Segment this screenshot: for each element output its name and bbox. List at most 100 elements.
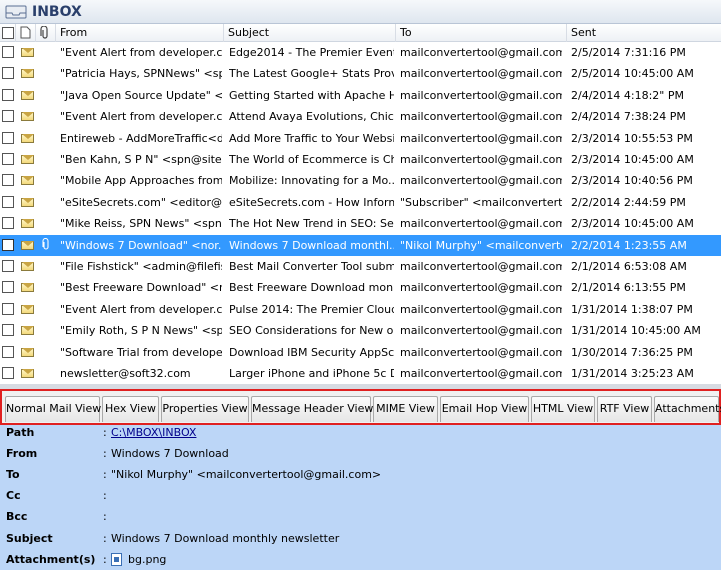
- email-from: "Patricia Hays, SPNNews" <spn...: [60, 67, 222, 81]
- email-to: mailconvertertool@gmail.com: [400, 324, 562, 338]
- email-row[interactable]: "Software Trial from developer... Downloa…: [0, 342, 721, 363]
- email-subject: Windows 7 Download monthl...: [229, 238, 394, 252]
- column-header-sent[interactable]: Sent: [567, 24, 721, 42]
- row-checkbox[interactable]: [2, 67, 14, 80]
- email-row[interactable]: "File Fishstick" <admin@filefis... Best M…: [0, 256, 721, 277]
- email-to: "Nikol Murphy" <mailconverter...: [400, 238, 562, 252]
- column-header-subject[interactable]: Subject: [224, 24, 396, 42]
- email-subject: Getting Started with Apache H...: [229, 88, 394, 102]
- envelope-icon: [21, 240, 34, 250]
- email-row[interactable]: "Ben Kahn, S P N" <spn@sitep... The World…: [0, 149, 721, 170]
- row-checkbox[interactable]: [2, 324, 14, 337]
- row-checkbox[interactable]: [2, 46, 14, 58]
- tab-message-header-view[interactable]: Message Header View: [251, 396, 373, 422]
- email-row[interactable]: "Best Freeware Download" <n... Best Freew…: [0, 277, 721, 298]
- email-from: "Ben Kahn, S P N" <spn@sitep...: [60, 153, 222, 166]
- row-checkbox[interactable]: [2, 174, 14, 187]
- tab-html-view[interactable]: HTML View: [531, 396, 595, 422]
- email-to: "Subscriber" <mailconvertertoo...: [400, 195, 562, 209]
- email-row[interactable]: "Event Alert from developer.co... Pulse 2…: [0, 299, 721, 320]
- tab-attachments[interactable]: Attachments: [654, 396, 721, 422]
- email-sent: 2/3/2014 10:55:53 PM: [571, 131, 693, 145]
- envelope-icon: [21, 283, 34, 293]
- envelope-icon: [21, 304, 34, 314]
- column-header-to[interactable]: To: [396, 24, 567, 42]
- attachment-link[interactable]: bg.png: [128, 549, 166, 570]
- email-to: mailconvertertool@gmail.com: [400, 302, 562, 316]
- detail-row-from: From : Windows 7 Download: [0, 443, 721, 464]
- email-sent: 1/31/2014 10:45:00 AM: [571, 324, 701, 338]
- email-sent: 2/4/2014 7:38:24 PM: [571, 110, 686, 124]
- envelope-icon: [21, 133, 34, 143]
- email-to: mailconvertertool@gmail.com: [400, 367, 562, 380]
- subject-label: Subject: [6, 532, 53, 545]
- email-sent: 1/31/2014 1:38:07 PM: [571, 302, 693, 316]
- row-checkbox[interactable]: [2, 281, 14, 294]
- envelope-icon: [21, 262, 34, 271]
- row-checkbox[interactable]: [2, 195, 14, 208]
- email-to: mailconvertertool@gmail.com: [400, 153, 562, 166]
- message-details-panel: Path : C:\MBOX\INBOX From : Windows 7 Do…: [0, 425, 721, 570]
- subject-value: Windows 7 Download monthly newsletter: [111, 532, 340, 545]
- email-from: "Mike Reiss, SPN News" <spn...: [60, 217, 222, 231]
- to-value: "Nikol Murphy" <mailconvertertool@gmail.…: [111, 468, 382, 481]
- detail-row-bcc: Bcc :: [0, 506, 721, 527]
- image-file-icon: [111, 553, 122, 566]
- envelope-icon: [21, 69, 34, 79]
- email-to: mailconvertertool@gmail.com: [400, 46, 562, 59]
- email-row[interactable]: "Event Alert from developer.co... Attend …: [0, 106, 721, 127]
- email-from: "Event Alert from developer.co...: [60, 46, 222, 59]
- envelope-icon: [21, 155, 34, 164]
- email-subject: Edge2014 - The Premier Event f...: [229, 46, 394, 59]
- row-checkbox[interactable]: [2, 88, 14, 101]
- email-to: mailconvertertool@gmail.com: [400, 174, 562, 188]
- email-from: "Windows 7 Download" <nor...: [60, 238, 222, 252]
- tab-normal-mail-view[interactable]: Normal Mail View: [5, 396, 101, 422]
- email-row[interactable]: "Event Alert from developer.co... Edge201…: [0, 42, 721, 63]
- tab-email-hop-view[interactable]: Email Hop View: [440, 396, 529, 422]
- email-row[interactable]: newsletter@soft32.com Larger iPhone and i…: [0, 363, 721, 384]
- tab-hex-view[interactable]: Hex View: [102, 396, 159, 422]
- bcc-colon: :: [103, 510, 107, 523]
- email-sent: 2/3/2014 10:45:00 AM: [571, 217, 694, 231]
- row-checkbox[interactable]: [2, 302, 14, 315]
- row-checkbox[interactable]: [2, 217, 14, 230]
- row-checkbox[interactable]: [2, 260, 14, 272]
- row-checkbox[interactable]: [2, 345, 14, 358]
- row-checkbox[interactable]: [2, 367, 14, 379]
- row-checkbox[interactable]: [2, 131, 14, 144]
- email-row[interactable]: Entireweb - AddMoreTraffic<d... Add More …: [0, 128, 721, 149]
- envelope-icon: [21, 112, 34, 122]
- row-checkbox[interactable]: [2, 153, 14, 165]
- email-row[interactable]: "Mike Reiss, SPN News" <spn... The Hot Ne…: [0, 213, 721, 234]
- email-row[interactable]: "Mobile App Approaches from... Mobilize: …: [0, 170, 721, 191]
- row-checkbox[interactable]: [2, 110, 14, 123]
- email-subject: The World of Ecommerce is Ch...: [229, 153, 394, 166]
- email-from: "Best Freeware Download" <n...: [60, 281, 222, 295]
- envelope-icon: [21, 347, 34, 357]
- email-row[interactable]: "Windows 7 Download" <nor... Windows 7 Do…: [0, 234, 721, 256]
- tab-properties-view[interactable]: Properties View: [161, 396, 249, 422]
- email-to: mailconvertertool@gmail.com: [400, 110, 562, 124]
- email-from: "File Fishstick" <admin@filefis...: [60, 260, 222, 273]
- row-checkbox[interactable]: [2, 238, 14, 251]
- email-from: Entireweb - AddMoreTraffic<d...: [60, 131, 222, 145]
- attachment-column-icon[interactable]: [36, 24, 56, 42]
- tab-rtf-view[interactable]: RTF View: [597, 396, 652, 422]
- path-link[interactable]: C:\MBOX\INBOX: [111, 422, 196, 443]
- detail-row-attachments: Attachment(s) : bg.png: [0, 549, 721, 570]
- column-header-from[interactable]: From: [56, 24, 224, 42]
- email-row[interactable]: "Java Open Source Update" <... Getting St…: [0, 85, 721, 106]
- email-subject: Larger iPhone and iPhone 5c D...: [229, 367, 394, 380]
- email-from: newsletter@soft32.com: [60, 367, 191, 380]
- envelope-icon: [21, 197, 34, 207]
- detail-row-cc: Cc :: [0, 485, 721, 506]
- email-row[interactable]: "Patricia Hays, SPNNews" <spn... The Late…: [0, 63, 721, 84]
- email-sent: 1/30/2014 7:36:25 PM: [571, 345, 693, 359]
- email-row[interactable]: "Emily Roth, S P N News" <spn... SEO Cons…: [0, 320, 721, 341]
- email-row[interactable]: "eSiteSecrets.com" <editor@es... eSiteSec…: [0, 192, 721, 213]
- email-to: mailconvertertool@gmail.com: [400, 67, 562, 81]
- tab-mime-view[interactable]: MIME View: [373, 396, 438, 422]
- to-colon: :: [103, 468, 107, 481]
- select-all-checkbox[interactable]: [0, 24, 16, 42]
